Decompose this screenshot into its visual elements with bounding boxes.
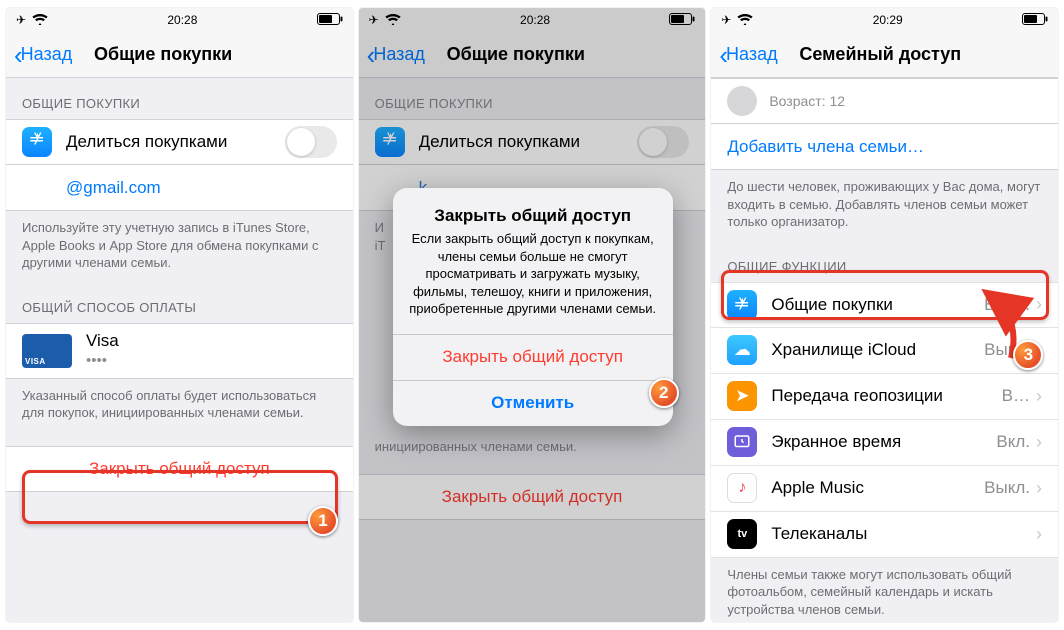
feature-label: Общие покупки	[771, 295, 984, 315]
status-bar: ✈ 20:29	[711, 8, 1058, 32]
alert-message: Если закрыть общий доступ к покупкам, чл…	[393, 230, 673, 334]
battery-icon	[1022, 13, 1048, 28]
feature-detail: Выкл.	[984, 295, 1030, 315]
row-payment[interactable]: Visa ••••	[6, 323, 353, 379]
row-icloud-storage[interactable]: ☁︎ Хранилище iCloud Выкл. ›	[711, 328, 1058, 374]
email-text: @gmail.com	[66, 178, 161, 198]
screentime-icon	[727, 427, 757, 457]
footer-features: Члены семьи также могут использовать общ…	[711, 558, 1058, 622]
phone-screen-3: ✈ 20:29 ‹ Назад Семейный доступ Возраст:…	[711, 8, 1058, 622]
appstore-icon	[727, 290, 757, 320]
stop-sharing-button[interactable]: Закрыть общий доступ	[6, 446, 353, 492]
row-member[interactable]: Возраст: 12	[711, 78, 1058, 124]
feature-label: Передача геопозиции	[771, 386, 1001, 406]
nav-bar: ‹ Назад Семейный доступ	[711, 32, 1058, 78]
alert-cancel-button[interactable]: Отменить	[393, 380, 673, 426]
row-share-purchases[interactable]: Делиться покупками	[6, 119, 353, 165]
nav-title: Семейный доступ	[799, 44, 961, 65]
alert-modal: Закрыть общий доступ Если закрыть общий …	[393, 188, 673, 426]
share-toggle	[637, 126, 689, 158]
section-header-shared: ОБЩИЕ ПОКУПКИ	[359, 78, 706, 119]
share-toggle[interactable]	[285, 126, 337, 158]
badge-2: 2	[649, 378, 679, 408]
stop-sharing-label: Закрыть общий доступ	[89, 459, 270, 479]
alert-confirm-button[interactable]: Закрыть общий доступ	[393, 334, 673, 380]
feature-detail: Выкл.	[984, 478, 1030, 498]
feature-label: Экранное время	[771, 432, 996, 452]
appstore-glyph	[28, 131, 46, 154]
wifi-icon	[32, 13, 48, 28]
row-apple-music[interactable]: ♪ Apple Music Выкл. ›	[711, 466, 1058, 512]
airplane-icon: ✈	[16, 13, 26, 27]
battery-icon	[317, 13, 343, 28]
nav-title: Общие покупки	[94, 44, 232, 65]
status-time: 20:29	[873, 13, 903, 27]
footer-members: До шести человек, проживающих у Вас дома…	[711, 170, 1058, 241]
stop-sharing-bg: Закрыть общий доступ	[359, 474, 706, 520]
badge-1: 1	[308, 506, 338, 536]
feature-detail: В…	[1002, 386, 1030, 406]
section-header-shared: ОБЩИЕ ПОКУПКИ	[6, 78, 353, 119]
status-bar: ✈ 20:28	[6, 8, 353, 32]
apple-music-icon: ♪	[727, 473, 757, 503]
row-email[interactable]: @gmail.com	[6, 165, 353, 211]
section-header-functions: ОБЩИЕ ФУНКЦИИ	[711, 241, 1058, 282]
back-button[interactable]: ‹ Назад	[14, 42, 72, 68]
row-share-purchases: Делиться покупками	[359, 119, 706, 165]
chevron-right-icon: ›	[1036, 386, 1042, 407]
status-time: 20:28	[167, 13, 197, 27]
section-header-payment: ОБЩИЙ СПОСОБ ОПЛАТЫ	[6, 282, 353, 323]
footer-payment: Указанный способ оплаты будет использова…	[6, 379, 353, 432]
add-member-button[interactable]: Добавить члена семьи…	[711, 124, 1058, 170]
share-label: Делиться покупками	[419, 132, 638, 152]
share-label: Делиться покупками	[66, 132, 285, 152]
airplane-icon: ✈	[369, 13, 379, 27]
footer-payment-bg: инициированных членами семьи.	[359, 430, 593, 466]
member-age: Возраст: 12	[769, 93, 845, 109]
appstore-icon	[375, 127, 405, 157]
row-location-sharing[interactable]: ➤ Передача геопозиции В… ›	[711, 374, 1058, 420]
phone-screen-1: ✈ 20:28 ‹ Назад Общие покупки ОБЩИЕ ПОКУ…	[6, 8, 353, 622]
nav-title: Общие покупки	[447, 44, 585, 65]
wifi-icon	[737, 13, 753, 28]
icloud-icon: ☁︎	[727, 335, 757, 365]
avatar-icon	[727, 86, 757, 116]
footer-account: Используйте эту учетную запись в iTunes …	[6, 211, 353, 282]
card-brand: Visa	[86, 331, 119, 351]
alert-title: Закрыть общий доступ	[393, 188, 673, 230]
chevron-right-icon: ›	[1036, 524, 1042, 545]
airplane-icon: ✈	[721, 13, 731, 27]
chevron-right-icon: ›	[1036, 432, 1042, 453]
back-label: Назад	[726, 44, 778, 65]
phone-screen-2: ✈ 20:28 ‹ Назад Общие покупки ОБЩИЕ ПОКУ…	[359, 8, 706, 622]
card-number: ••••	[86, 352, 119, 370]
chevron-right-icon: ›	[1036, 478, 1042, 499]
back-button[interactable]: ‹ Назад	[367, 42, 425, 68]
nav-bar: ‹ Назад Общие покупки	[359, 32, 706, 78]
location-icon: ➤	[727, 381, 757, 411]
back-button[interactable]: ‹ Назад	[719, 42, 777, 68]
chevron-right-icon: ›	[1036, 294, 1042, 315]
feature-label: Телеканалы	[771, 524, 1030, 544]
row-screen-time[interactable]: Экранное время Вкл. ›	[711, 420, 1058, 466]
visa-card-icon	[22, 334, 72, 368]
appstore-icon	[22, 127, 52, 157]
feature-table: Общие покупки Выкл. › ☁︎ Хранилище iClou…	[711, 282, 1058, 558]
battery-icon	[669, 13, 695, 28]
row-tv-channels[interactable]: tv Телеканалы ›	[711, 512, 1058, 558]
feature-detail: Вкл.	[996, 432, 1030, 452]
nav-bar: ‹ Назад Общие покупки	[6, 32, 353, 78]
feature-label: Хранилище iCloud	[771, 340, 984, 360]
back-label: Назад	[21, 44, 73, 65]
row-shared-purchases[interactable]: Общие покупки Выкл. ›	[711, 282, 1058, 328]
tv-icon: tv	[727, 519, 757, 549]
status-time: 20:28	[520, 13, 550, 27]
wifi-icon	[385, 13, 401, 28]
feature-label: Apple Music	[771, 478, 984, 498]
status-bar: ✈ 20:28	[359, 8, 706, 32]
back-label: Назад	[373, 44, 425, 65]
